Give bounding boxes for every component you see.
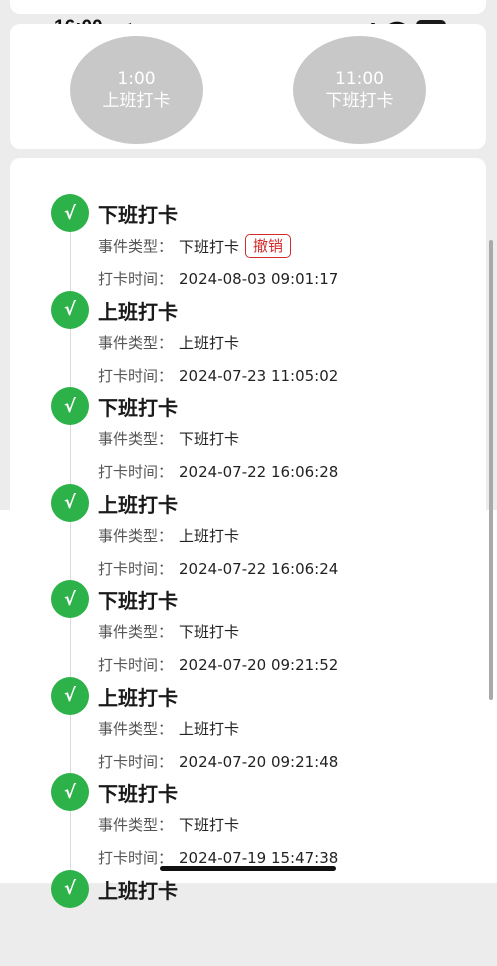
check-icon: √ bbox=[51, 676, 89, 715]
home-indicator[interactable] bbox=[160, 866, 336, 871]
record-title: 上班打卡 bbox=[98, 492, 178, 517]
event-type-label: 事件类型： bbox=[98, 430, 174, 448]
punch-time-label: 打卡时间： bbox=[98, 366, 174, 385]
punch-time-value: 2024-07-20 09:21:52 bbox=[179, 656, 339, 674]
record-item: √ 下班打卡 事件类型： 下班打卡 撤销 打卡时间： 2024-08-03 09:01:17 bbox=[0, 194, 497, 290]
clock-out-button[interactable]: 11:00 下班打卡 bbox=[293, 36, 426, 144]
check-icon: √ bbox=[51, 580, 89, 618]
clock-out-label: 下班打卡 bbox=[325, 91, 394, 111]
record-event-type: 事件类型： 下班打卡 bbox=[98, 814, 239, 835]
record-event-type: 事件类型： 下班打卡 bbox=[98, 621, 239, 642]
record-item: √ 上班打卡 事件类型： 上班打卡 打卡时间： 2024-07-23 11:05:02 bbox=[0, 290, 497, 387]
record-punch-time: 打卡时间： 2024-07-22 16:06:24 bbox=[98, 558, 338, 579]
check-icon: √ bbox=[51, 290, 89, 329]
record-event-type: 事件类型： 上班打卡 bbox=[98, 332, 239, 353]
record-punch-time: 打卡时间： 2024-07-20 09:21:48 bbox=[98, 751, 338, 772]
clock-out-time: 11:00 bbox=[335, 69, 384, 89]
punch-time-label: 打卡时间： bbox=[98, 559, 174, 578]
check-icon: √ bbox=[51, 387, 89, 425]
record-item: √ 下班打卡 事件类型： 下班打卡 打卡时间： 2024-07-19 15:47:38 bbox=[0, 773, 497, 869]
clock-in-time: 1:00 bbox=[117, 69, 156, 89]
event-type-label: 事件类型： bbox=[98, 719, 174, 738]
record-punch-time: 打卡时间： 2024-07-20 09:21:52 bbox=[98, 654, 338, 675]
event-type-value: 下班打卡 bbox=[179, 237, 240, 256]
record-title: 下班打卡 bbox=[98, 589, 178, 613]
check-icon: √ bbox=[51, 483, 89, 522]
punch-time-value: 2024-07-22 16:06:24 bbox=[179, 559, 339, 578]
punch-time-label: 打卡时间： bbox=[98, 849, 174, 867]
punch-time-label: 打卡时间： bbox=[98, 463, 174, 481]
event-type-label: 事件类型： bbox=[98, 526, 174, 545]
record-title: 上班打卡 bbox=[98, 685, 178, 710]
record-item: √ 上班打卡 事件类型： 上班打卡 打卡时间： 2024-07-20 09:21:48 bbox=[0, 676, 497, 773]
punch-time-value: 2024-07-23 11:05:02 bbox=[179, 366, 339, 385]
check-icon: √ bbox=[51, 194, 89, 232]
record-item: √ 下班打卡 事件类型： 下班打卡 打卡时间： 2024-07-22 16:06:28 bbox=[0, 387, 497, 483]
punch-time-value: 2024-07-19 15:47:38 bbox=[179, 849, 339, 867]
record-title: 下班打卡 bbox=[98, 203, 178, 227]
record-item: √ 上班打卡 事件类型： 上班打卡 打卡时间： 2024-07-22 16:06:24 bbox=[0, 483, 497, 580]
check-icon: √ bbox=[51, 773, 89, 811]
punch-time-value: 2024-07-20 09:21:48 bbox=[179, 752, 339, 771]
record-title: 上班打卡 bbox=[98, 878, 178, 903]
clock-in-button[interactable]: 1:00 上班打卡 bbox=[70, 36, 203, 144]
punch-card: 1:00 上班打卡 11:00 下班打卡 bbox=[10, 24, 486, 149]
record-title: 下班打卡 bbox=[98, 396, 178, 420]
punch-time-value: 2024-07-22 16:06:28 bbox=[179, 463, 339, 481]
record-event-type: 事件类型： 上班打卡 bbox=[98, 525, 239, 546]
record-punch-time: 打卡时间： 2024-07-23 11:05:02 bbox=[98, 365, 338, 386]
event-type-value: 下班打卡 bbox=[179, 623, 240, 641]
record-event-type: 事件类型： 上班打卡 bbox=[98, 718, 239, 739]
event-type-label: 事件类型： bbox=[98, 333, 174, 352]
revoke-button[interactable]: 撤销 bbox=[245, 234, 292, 258]
punch-time-value: 2024-08-03 09:01:17 bbox=[179, 270, 339, 288]
record-item: √ 下班打卡 事件类型： 下班打卡 打卡时间： 2024-07-20 09:21:52 bbox=[0, 580, 497, 676]
punch-time-label: 打卡时间： bbox=[98, 656, 174, 674]
event-type-label: 事件类型： bbox=[98, 816, 174, 834]
event-type-value: 上班打卡 bbox=[179, 526, 240, 545]
record-event-type: 事件类型： 下班打卡 撤销 bbox=[98, 234, 292, 259]
event-type-value: 上班打卡 bbox=[179, 333, 240, 352]
event-type-value: 下班打卡 bbox=[179, 430, 240, 448]
event-type-value: 上班打卡 bbox=[179, 719, 240, 738]
record-event-type: 事件类型： 下班打卡 bbox=[98, 428, 239, 449]
clock-in-label: 上班打卡 bbox=[102, 91, 171, 111]
event-type-value: 下班打卡 bbox=[179, 816, 240, 834]
record-punch-time: 打卡时间： 2024-08-03 09:01:17 bbox=[98, 268, 338, 289]
punch-time-label: 打卡时间： bbox=[98, 752, 174, 771]
record-punch-time: 打卡时间： 2024-07-19 15:47:38 bbox=[98, 847, 338, 868]
event-type-label: 事件类型： bbox=[98, 623, 174, 641]
punch-time-label: 打卡时间： bbox=[98, 270, 174, 288]
record-title: 上班打卡 bbox=[98, 299, 178, 324]
record-title: 下班打卡 bbox=[98, 782, 178, 806]
event-type-label: 事件类型： bbox=[98, 237, 174, 256]
record-punch-time: 打卡时间： 2024-07-22 16:06:28 bbox=[98, 461, 338, 482]
record-item: √ 上班打卡 bbox=[0, 869, 497, 966]
check-icon: √ bbox=[51, 869, 89, 908]
